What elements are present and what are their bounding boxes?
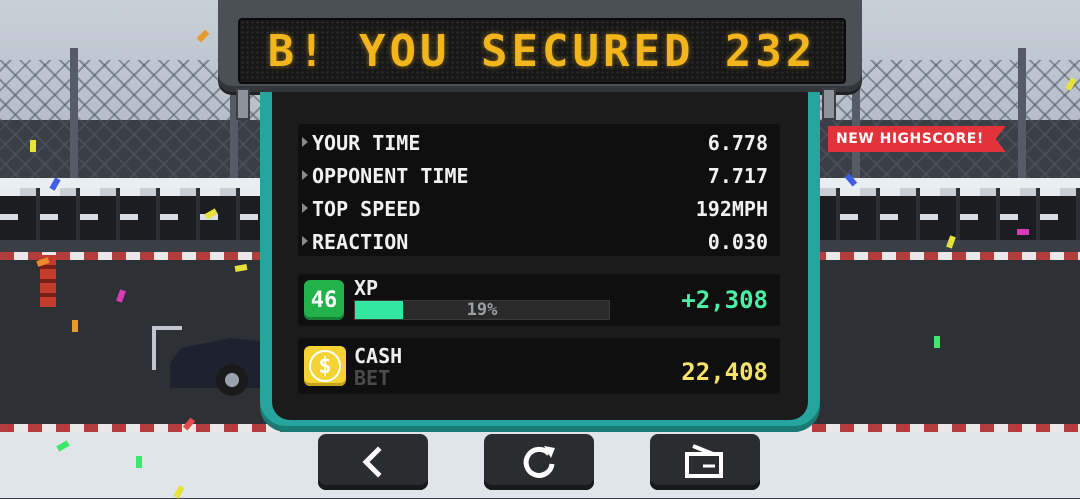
xp-row: 46 XP 19% +2,308 <box>298 274 780 326</box>
level-badge: 46 <box>304 280 344 320</box>
stat-row-reaction: REACTION 0.030 <box>298 225 780 258</box>
stat-row-your-time: YOUR TIME 6.778 <box>298 126 780 159</box>
stat-label: OPPONENT TIME <box>298 164 469 188</box>
stats-table: YOUR TIME 6.778 OPPONENT TIME 7.717 TOP … <box>298 124 780 256</box>
scoreboard-display: B! YOU SECURED 232 <box>238 18 846 84</box>
refresh-icon <box>523 446 555 478</box>
xp-label: XP <box>354 276 379 300</box>
result-message: B! YOU SECURED 232 <box>267 25 817 77</box>
back-button[interactable] <box>318 434 428 490</box>
stat-value: 192MPH <box>695 196 768 221</box>
stat-value: 0.030 <box>707 229 768 254</box>
dollar-coin-icon: $ <box>304 346 346 386</box>
xp-progress-bar: 19% <box>354 300 610 320</box>
stat-value: 6.778 <box>707 130 768 155</box>
stat-row-top-speed: TOP SPEED 192MPH <box>298 192 780 225</box>
chevron-left-icon <box>362 446 382 478</box>
confetti <box>72 320 78 332</box>
share-card-icon <box>685 444 723 478</box>
fence-post <box>1018 48 1026 188</box>
confetti <box>136 456 142 468</box>
cash-label: CASH <box>354 344 403 368</box>
stat-value: 7.717 <box>707 163 768 188</box>
dollar-symbol: $ <box>309 350 341 382</box>
confetti <box>30 140 36 152</box>
car-wheel <box>216 364 248 396</box>
confetti <box>934 336 940 348</box>
new-highscore-banner: NEW HIGHSCORE! <box>828 126 1006 152</box>
scoreboard-hanger <box>236 88 250 120</box>
bet-label: BET <box>354 366 391 390</box>
share-button[interactable] <box>650 434 760 490</box>
stat-row-opponent-time: OPPONENT TIME 7.717 <box>298 159 780 192</box>
restart-button[interactable] <box>484 434 594 490</box>
cash-value: 22,408 <box>681 358 768 386</box>
cash-row: $ CASH BET 22,408 <box>298 338 780 394</box>
confetti <box>1017 229 1029 235</box>
stat-label: YOUR TIME <box>298 131 420 155</box>
xp-gain: +2,308 <box>681 286 768 314</box>
stat-label: TOP SPEED <box>298 197 420 221</box>
xp-progress-text: 19% <box>466 300 498 320</box>
scoreboard-hanger <box>822 88 836 120</box>
fence-post <box>70 48 78 188</box>
stat-label: REACTION <box>298 230 408 254</box>
